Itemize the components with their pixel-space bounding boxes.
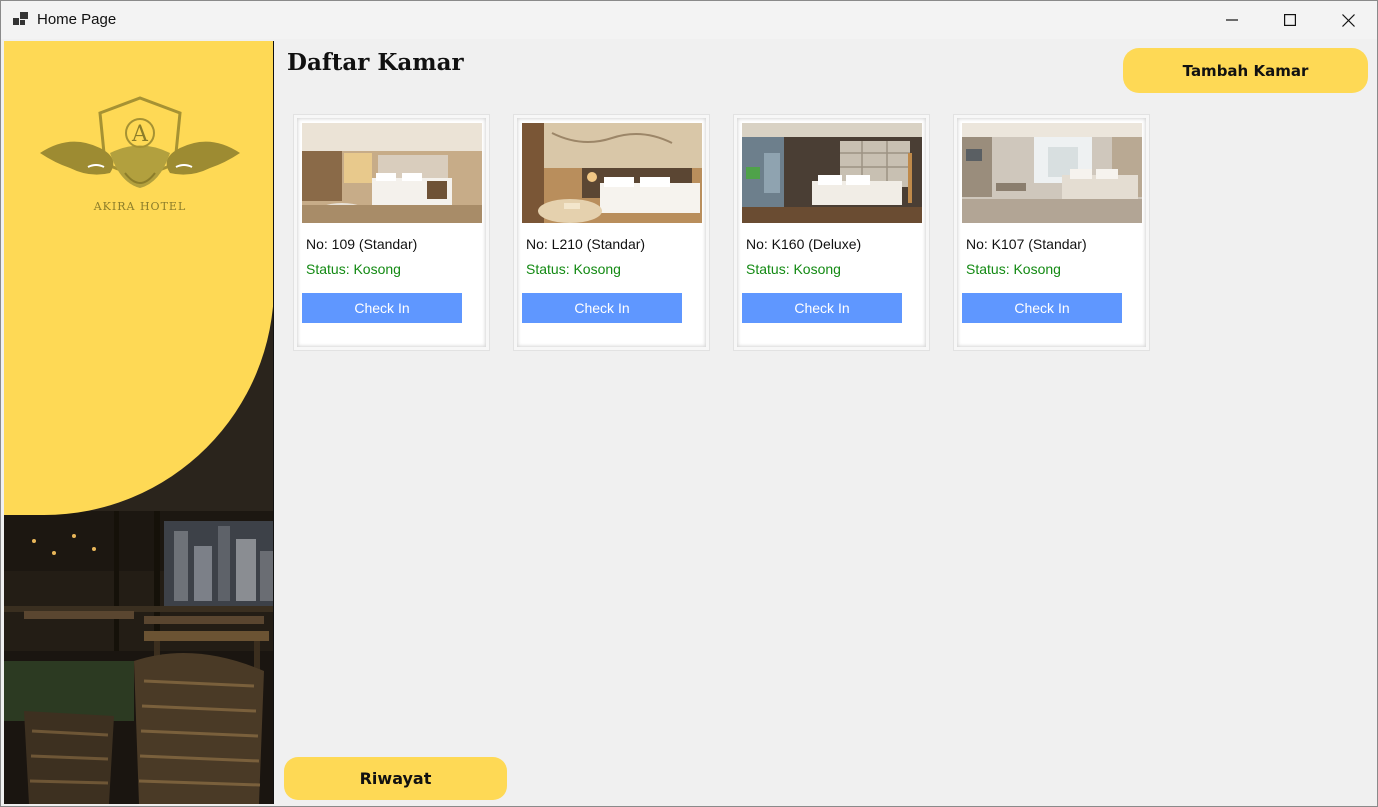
room-card: No: K160 (Deluxe) Status: Kosong Check I… — [733, 114, 930, 351]
room-card: No: K107 (Standar) Status: Kosong Check … — [953, 114, 1150, 351]
close-button[interactable] — [1319, 1, 1377, 39]
room-status: Status: Kosong — [966, 261, 1061, 277]
room-photo — [742, 123, 922, 223]
room-status: Status: Kosong — [746, 261, 841, 277]
check-in-button[interactable]: Check In — [522, 293, 682, 323]
check-in-button[interactable]: Check In — [302, 293, 462, 323]
room-card: No: L210 (Standar) Status: Kosong Check … — [513, 114, 710, 351]
room-number: No: 109 (Standar) — [306, 236, 418, 252]
room-number: No: K160 (Deluxe) — [746, 236, 862, 252]
page-title: Daftar Kamar — [287, 49, 464, 76]
room-number: No: K107 (Standar) — [966, 236, 1087, 252]
close-icon — [1341, 13, 1355, 27]
hotel-logo: A AKIRA HOTEL — [30, 93, 250, 223]
logo-letter: A — [131, 122, 149, 147]
room-status: Status: Kosong — [306, 261, 401, 277]
history-button[interactable]: Riwayat — [284, 757, 507, 800]
sidebar: A AKIRA HOTEL — [4, 41, 274, 804]
minimize-icon — [1226, 19, 1238, 21]
check-in-button[interactable]: Check In — [962, 293, 1122, 323]
hotel-logo-text: AKIRA HOTEL — [93, 200, 187, 213]
restaurant-photo — [4, 511, 273, 804]
room-number: No: L210 (Standar) — [526, 236, 646, 252]
sidebar-yellow-panel: A AKIRA HOTEL — [4, 41, 273, 515]
window-title: Home Page — [37, 11, 117, 28]
check-in-button[interactable]: Check In — [742, 293, 902, 323]
app-window: Home Page A AKIRA HOTEL Daftar Kamar Tam… — [0, 0, 1378, 807]
maximize-button[interactable] — [1261, 1, 1319, 39]
maximize-icon — [1284, 14, 1296, 26]
minimize-button[interactable] — [1203, 1, 1261, 39]
title-bar: Home Page — [1, 1, 1377, 39]
hotel-logo-emblem-icon: A — [40, 96, 240, 188]
room-photo — [962, 123, 1142, 223]
room-photo — [522, 123, 702, 223]
room-card: No: 109 (Standar) Status: Kosong Check I… — [293, 114, 490, 351]
room-photo — [302, 123, 482, 223]
app-window-icon — [13, 12, 28, 25]
room-status: Status: Kosong — [526, 261, 621, 277]
add-room-button[interactable]: Tambah Kamar — [1123, 48, 1368, 93]
